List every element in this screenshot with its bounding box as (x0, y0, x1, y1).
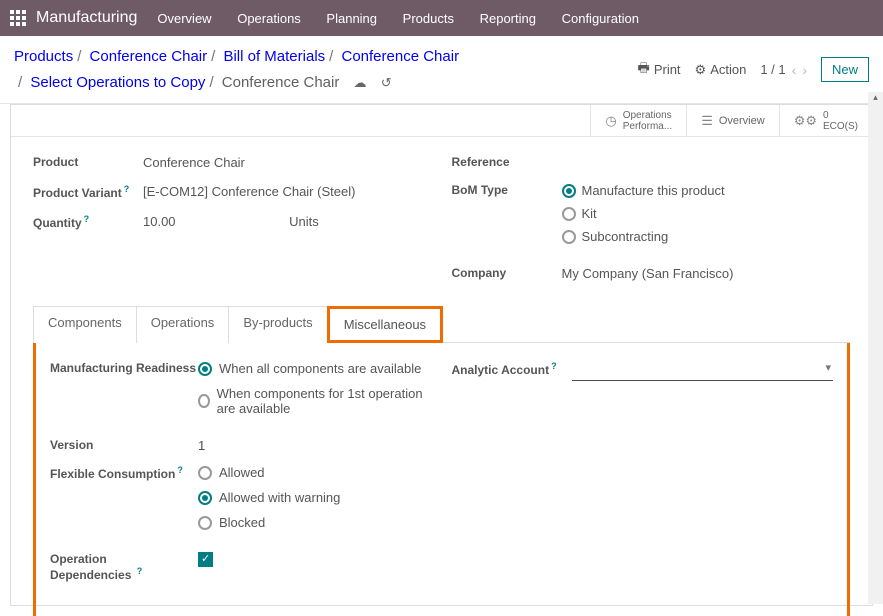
menu-overview[interactable]: Overview (157, 11, 211, 26)
value-product-variant[interactable]: [E-COM12] Conference Chair (Steel) (143, 184, 432, 199)
value-quantity[interactable]: 10.00 (143, 214, 176, 229)
value-company[interactable]: My Company (San Francisco) (562, 266, 851, 281)
tab-miscellaneous[interactable]: Miscellaneous (327, 306, 443, 343)
gear-icon: ⚙ (695, 62, 707, 78)
label-version: Version (50, 438, 198, 452)
tab-by-products[interactable]: By-products (228, 306, 327, 343)
pager-prev-icon[interactable]: ‹ (792, 62, 797, 78)
menu-planning[interactable]: Planning (326, 11, 377, 26)
crumb-current: Conference Chair (222, 74, 340, 91)
radio-flex-allowed[interactable] (198, 466, 212, 480)
pager: 1 / 1 ‹ › (760, 62, 807, 78)
tab-components[interactable]: Components (33, 306, 137, 343)
value-quantity-unit[interactable]: Units (289, 214, 319, 229)
pager-next-icon[interactable]: › (802, 62, 807, 78)
vertical-scrollbar[interactable]: ▴ (868, 92, 883, 604)
radio-readiness-all[interactable] (198, 362, 212, 376)
stat-overview[interactable]: ☰ Overview (686, 105, 779, 136)
analytic-account-input[interactable] (572, 361, 834, 381)
tab-operations[interactable]: Operations (136, 306, 230, 343)
label-product: Product (33, 155, 143, 169)
label-quantity: Quantity (33, 214, 143, 230)
label-flexible-consumption: Flexible Consumption (50, 465, 198, 481)
action-button[interactable]: ⚙Action (695, 62, 747, 78)
main-menu: Overview Operations Planning Products Re… (157, 11, 661, 26)
pager-value: 1 / 1 (760, 62, 785, 77)
stat-ecos[interactable]: ⚙⚙ 0ECO(S) (779, 105, 872, 136)
gears-icon: ⚙⚙ (794, 113, 817, 129)
crumb-bom[interactable]: Bill of Materials (223, 48, 325, 65)
radio-flex-blocked[interactable] (198, 516, 212, 530)
crumb-select-operations[interactable]: Select Operations to Copy (30, 74, 205, 91)
app-brand[interactable]: Manufacturing (36, 9, 137, 27)
scroll-up-icon[interactable]: ▴ (868, 92, 883, 103)
menu-configuration[interactable]: Configuration (562, 11, 639, 26)
menu-reporting[interactable]: Reporting (480, 11, 536, 26)
menu-operations[interactable]: Operations (237, 11, 301, 26)
breadcrumb: Products/ Conference Chair/ Bill of Mate… (14, 44, 459, 95)
crumb-products[interactable]: Products (14, 48, 73, 65)
cloud-save-icon[interactable]: ☁ (354, 75, 367, 90)
radio-kit[interactable] (562, 207, 576, 221)
list-icon: ☰ (701, 113, 713, 129)
crumb-conference-chair-2[interactable]: Conference Chair (342, 48, 460, 65)
radio-manufacture[interactable] (562, 184, 576, 198)
label-operation-dependencies: OperationDependencies (50, 552, 198, 582)
value-product[interactable]: Conference Chair (143, 155, 432, 170)
label-company: Company (452, 266, 562, 280)
new-button[interactable]: New (821, 57, 869, 82)
clock-icon: ◷ (605, 113, 616, 129)
crumb-conference-chair-1[interactable]: Conference Chair (90, 48, 208, 65)
radio-subcontracting[interactable] (562, 230, 576, 244)
menu-products[interactable]: Products (403, 11, 454, 26)
label-analytic-account: Analytic Account (452, 361, 572, 377)
radio-flex-warning[interactable] (198, 491, 212, 505)
checkbox-operation-dependencies[interactable] (198, 552, 213, 567)
print-icon: 🖶 (638, 59, 650, 81)
label-reference: Reference (452, 155, 562, 169)
radio-readiness-first-op[interactable] (198, 394, 210, 408)
stat-operations-performance[interactable]: ◷ OperationsPerforma... (590, 105, 686, 136)
value-version: 1 (198, 438, 432, 453)
discard-icon[interactable]: ↺ (381, 75, 392, 90)
apps-icon[interactable] (10, 10, 26, 26)
bom-type-options: Manufacture this product Kit Subcontract… (562, 183, 851, 252)
print-button[interactable]: 🖶Print (638, 59, 681, 81)
label-product-variant: Product Variant (33, 184, 143, 200)
label-manufacturing-readiness: Manufacturing Readiness (50, 361, 198, 375)
label-bom-type: BoM Type (452, 183, 562, 197)
